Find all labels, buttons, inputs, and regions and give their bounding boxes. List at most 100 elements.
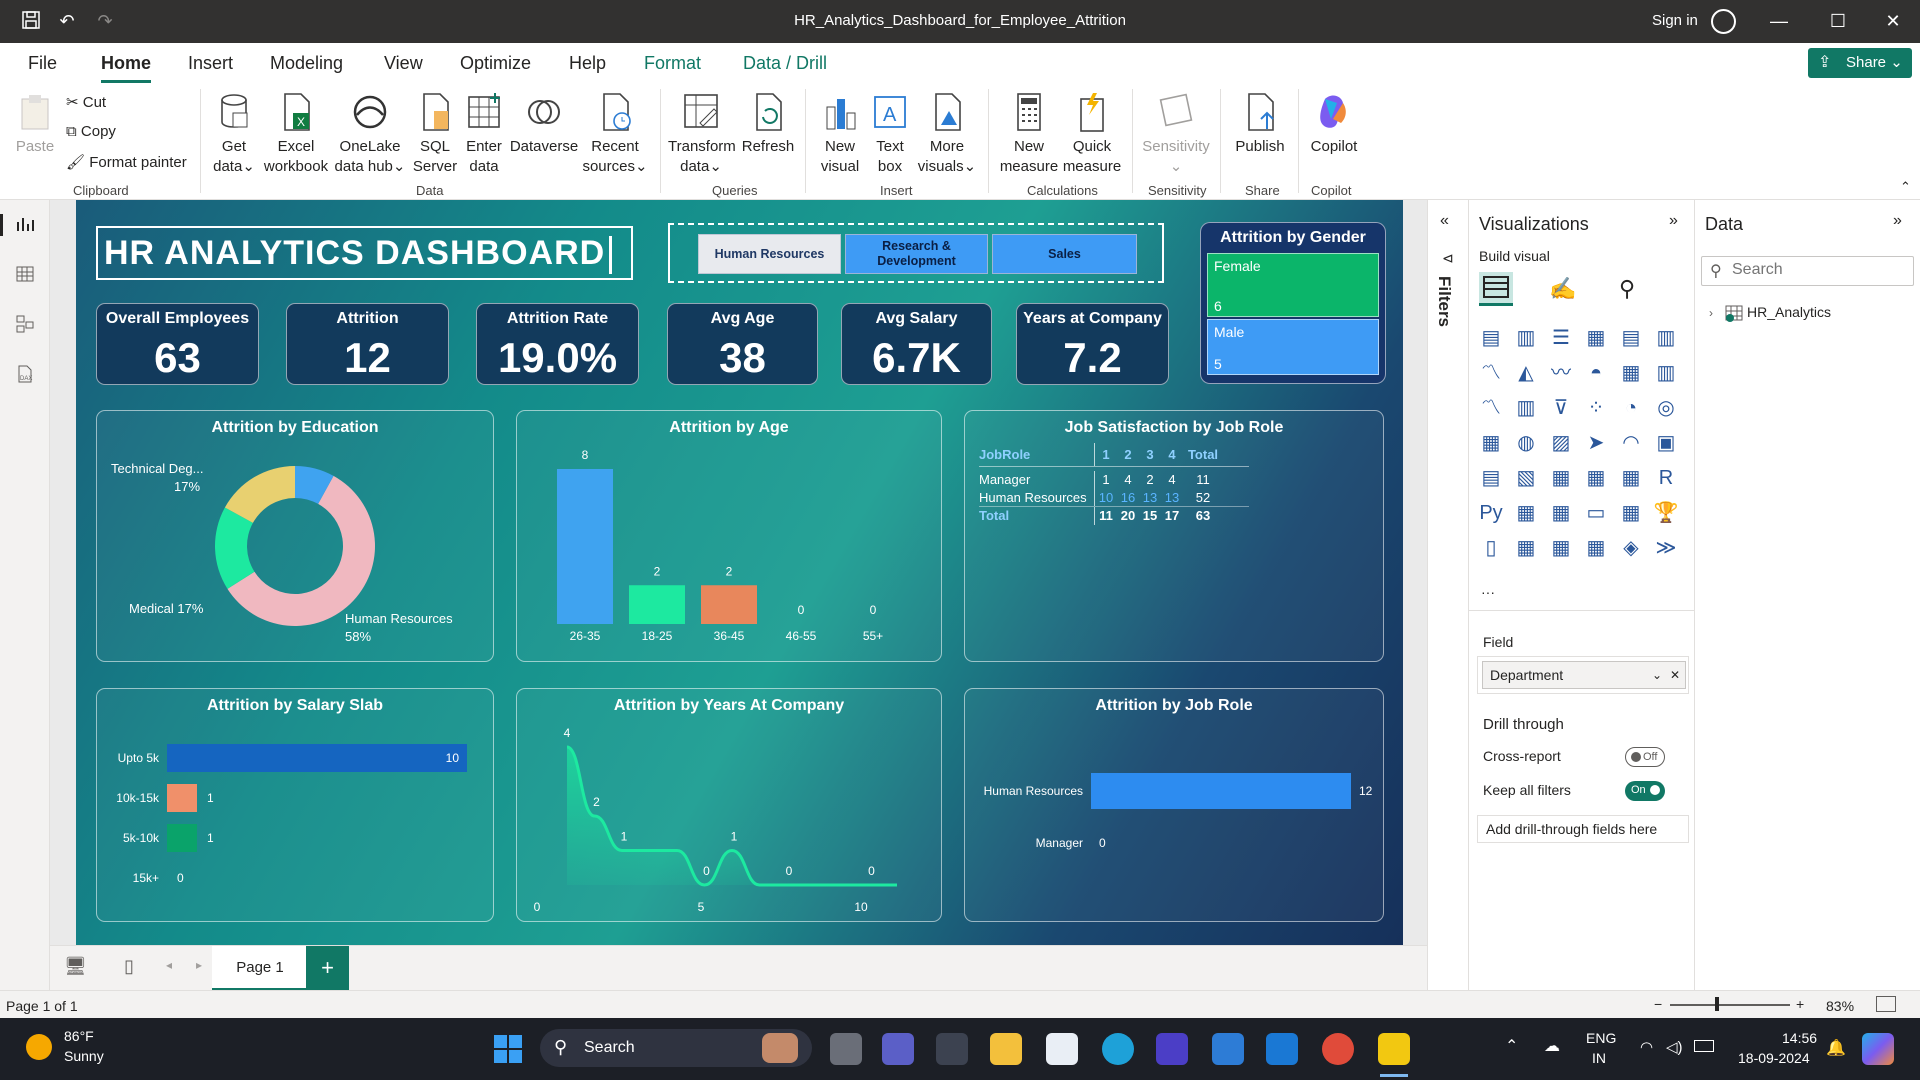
menu-insert[interactable]: Insert [188, 53, 233, 74]
visual-type-icon[interactable]: ▯ [1477, 534, 1505, 562]
visual-type-icon[interactable]: ▤ [1617, 324, 1645, 352]
teams-icon[interactable] [882, 1033, 914, 1065]
visual-type-icon[interactable]: ◍ [1512, 429, 1540, 457]
drill-through-drop-zone[interactable]: Add drill-through fields here [1477, 815, 1689, 843]
gender-male-block[interactable]: Male 5 [1207, 319, 1379, 375]
visual-type-icon[interactable]: ▦ [1547, 499, 1575, 527]
taskbar-search[interactable]: ⚲ Search [540, 1029, 812, 1067]
dataverse-button[interactable]: Dataverse [508, 91, 580, 157]
visual-type-icon[interactable]: ▦ [1512, 499, 1540, 527]
more-visuals-button[interactable]: More visuals⌄ [916, 91, 978, 177]
publish-button[interactable]: Publish [1230, 91, 1290, 157]
get-data-button[interactable]: Get data⌄ [210, 91, 258, 177]
store-icon[interactable] [1046, 1033, 1078, 1065]
zoom-out-icon[interactable]: − [1654, 996, 1662, 1012]
visual-type-icon[interactable]: ▤ [1477, 324, 1505, 352]
menu-file[interactable]: File [28, 53, 57, 74]
desktop-view-icon[interactable]: 🖥 [64, 956, 87, 977]
report-view-icon[interactable] [12, 214, 38, 238]
gender-female-block[interactable]: Female 6 [1207, 253, 1379, 317]
volume-icon[interactable]: ◁) [1666, 1038, 1683, 1056]
mobile-view-icon[interactable]: ▯ [124, 956, 134, 977]
collapse-ribbon-icon[interactable]: ⌃ [1900, 179, 1911, 195]
new-visual-button[interactable]: New visual [815, 91, 865, 177]
copilot-taskbar-icon[interactable] [1862, 1033, 1894, 1065]
model-view-icon[interactable] [12, 314, 38, 338]
expand-table-icon[interactable]: › [1709, 306, 1713, 320]
visual-type-icon[interactable]: Py [1477, 499, 1505, 527]
visual-type-icon[interactable]: ▥ [1512, 324, 1540, 352]
visual-type-icon[interactable]: ▦ [1547, 464, 1575, 492]
slicer-sales[interactable]: Sales [992, 234, 1137, 274]
visual-type-icon[interactable]: ▥ [1652, 359, 1680, 387]
menu-optimize[interactable]: Optimize [460, 53, 531, 74]
collapse-data-icon[interactable]: » [1893, 212, 1902, 230]
language-top[interactable]: ENG [1586, 1030, 1616, 1046]
new-measure-button[interactable]: New measure [996, 91, 1062, 177]
table-hr-analytics[interactable]: HR_Analytics [1747, 304, 1831, 320]
visual-type-icon[interactable]: ◈ [1617, 534, 1645, 562]
visual-type-icon[interactable]: ◎ [1652, 394, 1680, 422]
format-painter-button[interactable]: 🖌 Format painter [66, 153, 187, 171]
text-box-button[interactable]: A Text box [866, 91, 914, 177]
recent-sources-button[interactable]: Recent sources⌄ [582, 91, 648, 177]
visual-type-icon[interactable]: ▥ [1652, 324, 1680, 352]
visual-type-icon[interactable]: ▦ [1547, 534, 1575, 562]
more-visuals-ellipsis[interactable]: ··· [1481, 584, 1495, 600]
next-page-icon[interactable]: ▸ [196, 958, 202, 972]
menu-data-drill[interactable]: Data / Drill [743, 53, 827, 74]
visual-type-icon[interactable]: ▦ [1512, 534, 1540, 562]
visual-type-icon[interactable]: 〰 [1547, 359, 1575, 387]
visual-type-icon[interactable]: ▦ [1617, 499, 1645, 527]
clock-date[interactable]: 18-09-2024 [1738, 1050, 1810, 1066]
power-bi-icon[interactable] [1378, 1033, 1410, 1065]
sign-in-link[interactable]: Sign in [1652, 12, 1698, 29]
vscode-icon[interactable] [1266, 1033, 1298, 1065]
app-icon[interactable] [936, 1033, 968, 1065]
visual-type-icon[interactable]: ⊽ [1547, 394, 1575, 422]
weather-temp[interactable]: 86°F [64, 1028, 94, 1044]
onedrive-icon[interactable]: ☁ [1544, 1036, 1560, 1056]
onelake-button[interactable]: OneLake data hub⌄ [334, 91, 406, 177]
visual-type-icon[interactable]: ▦ [1582, 534, 1610, 562]
visual-type-icon[interactable]: ▨ [1547, 429, 1575, 457]
visual-type-icon[interactable]: ➤ [1582, 429, 1610, 457]
filter-funnel-icon[interactable]: ⊲ [1442, 250, 1454, 267]
filters-label[interactable]: Filters [1434, 276, 1454, 327]
table-view-icon[interactable] [12, 264, 38, 288]
zoom-in-icon[interactable]: + [1796, 996, 1804, 1012]
zoom-slider[interactable] [1670, 1004, 1790, 1006]
app-icon[interactable] [1156, 1033, 1188, 1065]
menu-format[interactable]: Format [644, 53, 701, 74]
close-icon[interactable]: ✕ [1878, 8, 1908, 34]
visual-type-icon[interactable]: ▣ [1652, 429, 1680, 457]
language-bottom[interactable]: IN [1592, 1050, 1606, 1066]
visual-type-icon[interactable]: ▦ [1582, 324, 1610, 352]
chevron-up-icon[interactable]: ⌃ [1505, 1036, 1518, 1056]
battery-icon[interactable] [1694, 1040, 1714, 1052]
remove-field-icon[interactable]: ✕ [1670, 662, 1680, 688]
avatar-icon[interactable] [1711, 9, 1736, 34]
maximize-icon[interactable]: ☐ [1823, 8, 1853, 34]
visual-type-icon[interactable]: ≫ [1652, 534, 1680, 562]
sql-server-button[interactable]: SQL Server [410, 91, 460, 177]
visual-type-icon[interactable]: ⁘ [1582, 394, 1610, 422]
menu-view[interactable]: View [384, 53, 423, 74]
visual-type-icon[interactable]: ◭ [1512, 359, 1540, 387]
minimize-icon[interactable]: — [1764, 8, 1794, 34]
enter-data-button[interactable]: Enter data [462, 91, 506, 177]
visual-type-icon[interactable]: 🏆 [1652, 499, 1680, 527]
refresh-button[interactable]: Refresh [738, 91, 798, 157]
visual-type-icon[interactable]: ▦ [1582, 464, 1610, 492]
fit-to-page-icon[interactable] [1876, 996, 1896, 1012]
file-explorer-icon[interactable] [990, 1033, 1022, 1065]
visual-type-icon[interactable]: 〽 [1477, 359, 1505, 387]
cross-report-toggle[interactable]: Off [1625, 747, 1665, 767]
visual-type-icon[interactable]: ▦ [1477, 429, 1505, 457]
visual-type-icon[interactable]: 〽 [1477, 394, 1505, 422]
visual-type-icon[interactable]: ◓ [1582, 359, 1610, 387]
chevron-down-icon[interactable]: ⌄ [1652, 662, 1662, 688]
wifi-icon[interactable]: ◠ [1640, 1038, 1653, 1056]
visual-type-icon[interactable]: ▤ [1477, 464, 1505, 492]
visual-type-icon[interactable]: ▧ [1512, 464, 1540, 492]
